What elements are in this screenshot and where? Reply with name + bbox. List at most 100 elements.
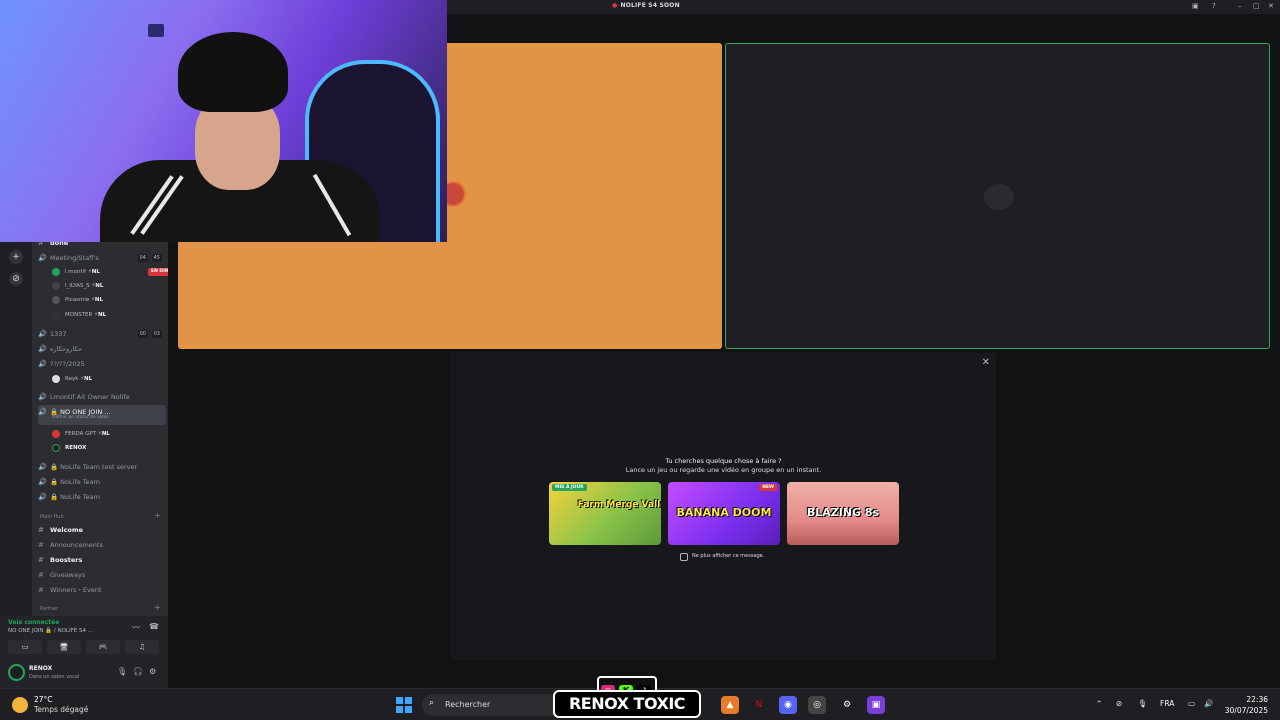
channel-label: ??/??/2025	[50, 360, 85, 368]
video-tile-speaking[interactable]	[725, 43, 1270, 349]
channel-status[interactable]: Définir un statut de salon	[52, 415, 109, 421]
voice-user[interactable]: Reyk ⚡NL	[52, 373, 92, 386]
voice-channel-team-2[interactable]: 🔊 🔒 NoLife Team	[38, 490, 166, 504]
voice-channel-2025[interactable]: 🔊 ??/??/2025	[38, 357, 166, 371]
app-icon-a[interactable]: ▲	[721, 696, 739, 714]
avatar[interactable]	[8, 664, 25, 681]
speaker-icon: 🔊	[38, 493, 47, 501]
minimize-button[interactable]: –	[1238, 2, 1242, 10]
hash-icon: #	[38, 571, 44, 579]
add-channel-icon[interactable]: +	[154, 511, 161, 520]
channel-label: 1337	[50, 330, 67, 338]
webcam-overlay	[0, 0, 447, 242]
netflix-icon[interactable]: N	[750, 696, 768, 714]
channel-boosters[interactable]: # Boosters	[38, 553, 166, 567]
voice-user-self[interactable]: RENOX	[52, 442, 86, 455]
activity-card-farm[interactable]: MIS À JOUR Farm Merge Valley	[549, 482, 661, 545]
moon-icon[interactable]	[12, 697, 28, 713]
category-partner[interactable]: Partner	[40, 606, 58, 612]
user-name: Picasmie	[65, 297, 90, 303]
user-tag: NL	[94, 297, 103, 303]
voice-channel-owner[interactable]: 🔊 Lmontif Ait Owner Nolife	[38, 390, 166, 404]
user-name[interactable]: RENOX	[29, 665, 52, 672]
language-indicator[interactable]: FRA	[1160, 699, 1174, 708]
help-button[interactable]: ?	[1212, 2, 1216, 10]
weather-temp[interactable]: 27°C	[34, 695, 53, 704]
user-limit: 45	[151, 254, 162, 262]
speaker-icon: 🔊	[38, 408, 47, 416]
speaker-icon: 🔊	[38, 360, 47, 368]
user-limit: 03	[151, 330, 162, 338]
soundboard-button[interactable]: ♫	[125, 640, 159, 654]
tray-chevron-icon[interactable]: ⌃	[1096, 699, 1102, 708]
maximize-button[interactable]: □	[1253, 2, 1260, 10]
updated-badge: MIS À JOUR	[552, 484, 587, 491]
taskbar-clock[interactable]: 22:36 30/07/2025	[1225, 694, 1268, 716]
channel-welcome[interactable]: # Welcome	[38, 523, 166, 537]
activity-button[interactable]: 🎮	[86, 640, 120, 654]
category-main-hub[interactable]: Main Hub	[40, 514, 64, 520]
activity-card-banana-doom[interactable]: NEW BANANA DOOM	[668, 482, 780, 545]
close-button[interactable]: ✕	[1268, 2, 1274, 10]
user-tag: NL	[95, 283, 104, 289]
voice-channel-arabic[interactable]: 🔊 حكاروحكاره	[38, 342, 166, 356]
voice-user[interactable]: FERDA GPT ⚡NL	[52, 428, 110, 441]
noise-suppression-icon[interactable]: 〰	[132, 622, 140, 633]
dont-show-checkbox[interactable]	[680, 553, 688, 561]
streamer-cap	[178, 32, 288, 112]
hash-icon: #	[38, 586, 44, 594]
headphones-icon[interactable]: 🎧	[133, 667, 143, 676]
volume-icon[interactable]: 🔊	[1204, 699, 1213, 708]
user-count: 04	[137, 254, 148, 262]
voice-user[interactable]: Picasmie ⚡NL	[52, 294, 103, 307]
channel-label: NoLife Team	[60, 478, 100, 486]
user-avatar-dark	[984, 184, 1014, 210]
taskbar-search[interactable]: ⌕ Rechercher	[422, 694, 562, 716]
voice-channel-team-test[interactable]: 🔊 🔒 NoLife Team test server	[38, 460, 166, 474]
user-name: MONSTER	[65, 312, 93, 318]
voice-channel-1337[interactable]: 🔊 1337 00 03	[38, 327, 166, 341]
settings-icon[interactable]: ⚙	[838, 696, 856, 714]
dont-show-label[interactable]: Ne plus afficher ce message.	[692, 553, 764, 559]
display-icon[interactable]: ▭	[1188, 699, 1195, 708]
app-icon-purple[interactable]: ▣	[867, 696, 885, 714]
voice-channel-name[interactable]: NO ONE JOIN 🔒 / NOLIFE S4 ...	[8, 628, 93, 634]
hash-icon: #	[38, 526, 44, 534]
inbox-icon[interactable]: ▣	[1192, 2, 1199, 10]
voice-channel-team-1[interactable]: 🔊 🔒 NoLife Team	[38, 475, 166, 489]
voice-channel-meeting[interactable]: 🔊 Meeting/Staff's 04 45	[38, 251, 166, 265]
user-name: FERDA GPT	[65, 431, 97, 437]
activity-card-blazing-8s[interactable]: BLAZING 8s	[787, 482, 899, 545]
close-icon[interactable]: ✕	[982, 357, 990, 368]
voice-status[interactable]: Voix connectée	[8, 619, 59, 626]
voice-user[interactable]: l_ILYAS_S ⚡NL	[52, 280, 103, 293]
game-title: BANANA DOOM	[676, 506, 772, 519]
weather-condition[interactable]: Temps dégagé	[34, 705, 88, 714]
windows-start-icon[interactable]	[396, 697, 412, 713]
mic-tray-icon[interactable]: 🎙	[1138, 699, 1148, 708]
lock-icon: 🔒	[50, 478, 59, 486]
mic-icon[interactable]: 🎙	[117, 667, 127, 676]
explore-button[interactable]: ⊘	[9, 272, 23, 286]
voice-user[interactable]: MONSTER ⚡NL	[52, 309, 106, 322]
speaker-icon: 🔊	[38, 345, 47, 353]
voice-channel-no-one-join[interactable]: 🔊 🔒 NO ONE JOIN ... Définir un statut de s…	[38, 405, 166, 425]
channel-winners[interactable]: # Winners・Event	[38, 583, 166, 597]
channel-label: NoLife Team test server	[60, 463, 138, 471]
voice-user[interactable]: l.montif ⚡NL EN DIRECT	[52, 266, 181, 279]
user-panel: RENOX Dans un salon vocal 🎙 🎧 ⚙	[0, 658, 168, 688]
gear-icon[interactable]: ⚙	[149, 667, 156, 676]
camera-button[interactable]: ▭	[8, 640, 42, 654]
disconnect-icon[interactable]: ☎	[149, 622, 159, 631]
app-icon-circle[interactable]: ◎	[808, 696, 826, 714]
add-server-button[interactable]: +	[9, 250, 23, 264]
channel-announcements[interactable]: # Announcements	[38, 538, 166, 552]
window-title-text: NOLIFE S4 SOON	[620, 2, 680, 9]
network-icon[interactable]: ⊘	[1116, 699, 1122, 708]
game-title: Farm Merge Valley	[577, 500, 661, 510]
add-channel-icon[interactable]: +	[154, 603, 161, 612]
discord-icon[interactable]: ◉	[779, 696, 797, 714]
channel-label: Meeting/Staff's	[50, 254, 99, 262]
channel-giveaways[interactable]: # Giveaways	[38, 568, 166, 582]
screen-share-button[interactable]: 🖥	[47, 640, 81, 654]
